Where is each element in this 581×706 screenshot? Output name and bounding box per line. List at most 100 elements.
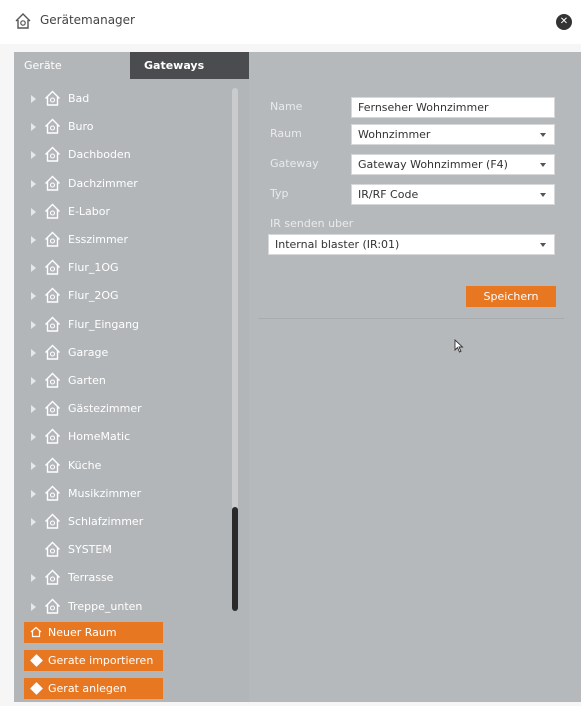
create-device-button[interactable]: Gerat anlegen [24, 678, 163, 699]
expand-arrow-icon[interactable] [31, 207, 36, 216]
house-icon [45, 344, 60, 360]
expand-arrow-icon[interactable] [31, 433, 36, 442]
expand-arrow-icon[interactable] [31, 405, 36, 414]
import-devices-button[interactable]: Gerate importieren [24, 650, 163, 671]
expand-arrow-icon[interactable] [31, 123, 36, 132]
room-item-flur-eingang[interactable]: Flur_Eingang [14, 312, 232, 338]
room-label: Dachzimmer [68, 176, 138, 190]
room-item-dachboden[interactable]: Dachboden [14, 142, 232, 168]
tab-gateways[interactable]: Gateways [130, 52, 249, 79]
room-item-musikzimmer[interactable]: Musikzimmer [14, 481, 232, 507]
room-item-k-che[interactable]: Küche [14, 453, 232, 479]
title-bar: Gerätemanager ✕ [0, 0, 581, 44]
expand-arrow-icon[interactable] [31, 236, 36, 244]
expand-arrow-icon[interactable] [31, 489, 36, 498]
expand-arrow-icon[interactable] [31, 377, 36, 385]
house-icon [45, 400, 60, 416]
expand-arrow-icon[interactable] [31, 518, 36, 526]
gateway-label: Gateway [270, 157, 319, 170]
name-field[interactable] [351, 97, 555, 118]
house-icon [45, 203, 60, 219]
expand-arrow-icon[interactable] [31, 292, 36, 301]
room-list: Bad Buro Dachboden Dachzimmer E-Labor Esszimm… [14, 86, 232, 666]
caret-down-icon [540, 193, 546, 197]
room-item-garage[interactable]: Garage [14, 340, 232, 366]
room-label: Flur_2OG [68, 289, 119, 303]
diamond-icon [30, 682, 43, 695]
room-label: Küche [68, 458, 102, 472]
room-label: Raum [270, 127, 302, 140]
room-item-buro[interactable]: Buro [14, 114, 232, 140]
scrollbar-thumb[interactable] [232, 507, 238, 611]
type-label: Typ [270, 187, 289, 200]
room-item-esszimmer[interactable]: Esszimmer [14, 227, 232, 253]
name-input[interactable] [358, 99, 538, 116]
house-icon [45, 118, 60, 134]
new-room-button[interactable]: Neuer Raum [24, 622, 163, 643]
tab-geraete[interactable]: Geräte [14, 52, 130, 79]
house-icon [45, 287, 60, 304]
room-item-schlafzimmer[interactable]: Schlafzimmer [14, 509, 232, 535]
expand-arrow-icon[interactable] [31, 348, 36, 357]
room-label: Dachboden [68, 148, 131, 162]
room-label: Treppe_unten [68, 599, 143, 613]
caret-down-icon [540, 133, 546, 137]
house-icon [45, 457, 60, 473]
room-label: Schlafzimmer [68, 515, 144, 528]
ir-blaster-select[interactable]: Internal blaster (IR:01) [268, 234, 555, 255]
room-item-homematic[interactable]: HomeMatic [14, 424, 232, 450]
expand-arrow-icon[interactable] [31, 461, 36, 470]
house-icon [45, 146, 60, 163]
save-button[interactable]: Speichern [466, 286, 556, 307]
house-icon [45, 541, 60, 557]
room-select-value: Wohnzimmer [358, 128, 431, 141]
room-item-terrasse[interactable]: Terrasse [14, 565, 232, 591]
room-item-dachzimmer[interactable]: Dachzimmer [14, 171, 232, 197]
expand-arrow-icon[interactable] [31, 602, 36, 611]
house-icon [45, 372, 60, 388]
close-button[interactable]: ✕ [556, 14, 572, 30]
room-label: HomeMatic [68, 430, 131, 444]
room-item-bad[interactable]: Bad [14, 86, 232, 112]
room-label: Garage [68, 345, 109, 359]
ir-blaster-select-value: Internal blaster (IR:01) [275, 238, 400, 251]
room-item-flur-1og[interactable]: Flur_1OG [14, 255, 232, 281]
tab-bar: Geräte Gateways [14, 52, 249, 79]
room-item-treppe-unten[interactable]: Treppe_unten [14, 594, 232, 620]
room-item-e-labor[interactable]: E-Labor [14, 199, 232, 225]
name-label: Name [270, 100, 303, 113]
mouse-pointer-icon [454, 339, 464, 353]
gateway-select[interactable]: Gateway Wohnzimmer (F4) [351, 154, 555, 175]
room-label: Flur_Eingang [68, 317, 140, 331]
expand-arrow-icon[interactable] [31, 179, 36, 188]
room-label: Esszimmer [68, 233, 128, 246]
expand-arrow-icon[interactable] [31, 320, 36, 329]
room-select[interactable]: Wohnzimmer [351, 124, 555, 145]
room-label: E-Labor [68, 204, 111, 218]
caret-down-icon [540, 163, 546, 167]
house-icon [30, 626, 42, 638]
room-label: Flur_1OG [68, 261, 119, 275]
import-devices-label: Gerate importieren [48, 654, 154, 667]
house-icon [45, 316, 60, 332]
room-item-flur-2og[interactable]: Flur_2OG [14, 283, 232, 309]
caret-down-icon [540, 243, 546, 247]
room-label: Musikzimmer [68, 486, 142, 500]
expand-arrow-icon[interactable] [31, 95, 36, 103]
create-device-label: Gerat anlegen [48, 682, 127, 695]
expand-arrow-icon[interactable] [31, 151, 36, 160]
room-item-g-stezimmer[interactable]: Gästezimmer [14, 396, 232, 422]
app-house-icon [15, 13, 31, 29]
gateway-select-value: Gateway Wohnzimmer (F4) [358, 158, 508, 171]
expand-arrow-icon[interactable] [31, 264, 36, 273]
room-label: Bad [68, 92, 90, 105]
type-select-value: IR/RF Code [358, 188, 419, 201]
close-icon: ✕ [559, 16, 569, 27]
device-form-panel: Name Raum Wohnzimmer Gateway Gateway Woh… [258, 87, 564, 319]
type-select[interactable]: IR/RF Code [351, 184, 555, 205]
room-item-system[interactable]: SYSTEM [14, 537, 232, 563]
house-icon [45, 90, 60, 106]
room-item-garten[interactable]: Garten [14, 368, 232, 394]
expand-arrow-icon[interactable] [31, 574, 36, 583]
room-label: SYSTEM [68, 543, 112, 557]
